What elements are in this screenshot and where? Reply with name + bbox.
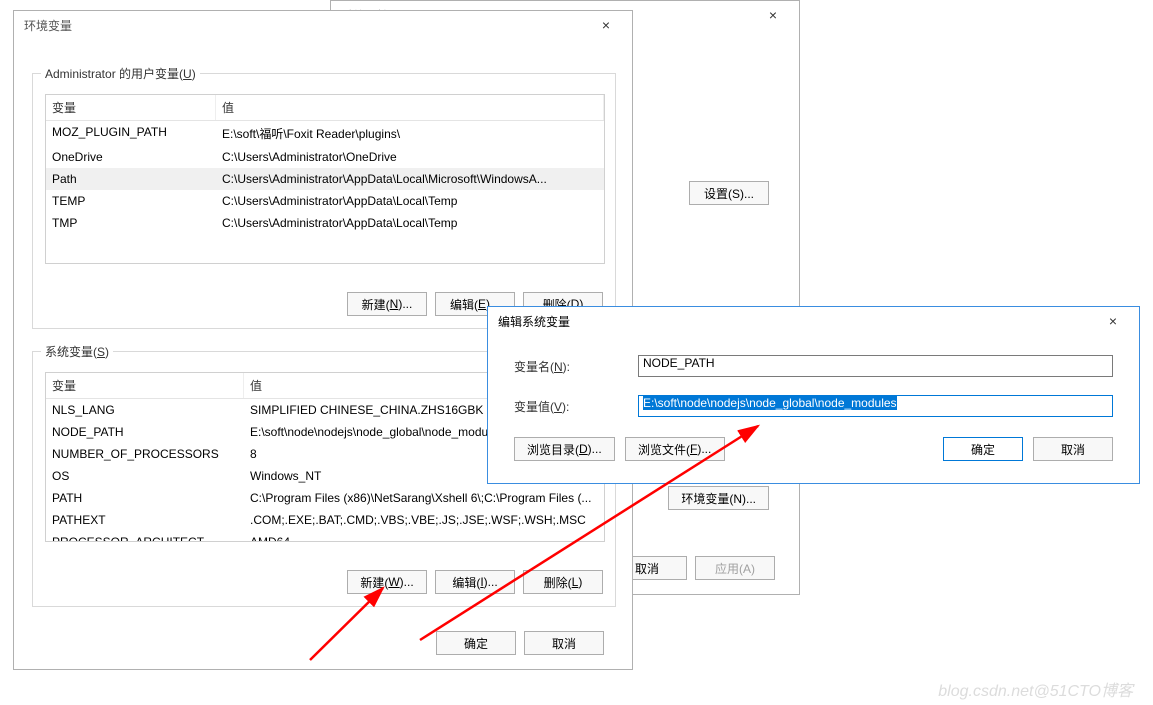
col-val[interactable]: 值 [216, 95, 604, 120]
env-titlebar: 环境变量 × [14, 11, 632, 39]
sys-apply-button: 应用(A) [695, 556, 775, 580]
close-icon[interactable]: × [586, 17, 626, 33]
settings-s-button[interactable]: 设置(S)... [689, 181, 769, 205]
variable-name-label: 变量名(N): [514, 358, 598, 375]
edit-ok-button[interactable]: 确定 [943, 437, 1023, 461]
close-icon[interactable]: × [753, 7, 793, 23]
user-vars-group-label: Administrator 的用户变量(U) [41, 65, 200, 82]
edit-titlebar: 编辑系统变量 × [488, 307, 1139, 335]
env-ok-button[interactable]: 确定 [436, 631, 516, 655]
sys-edit-button[interactable]: 编辑(I)... [435, 570, 515, 594]
browse-file-button[interactable]: 浏览文件(F)... [625, 437, 725, 461]
edit-system-variable-dialog: 编辑系统变量 × 变量名(N): NODE_PATH 变量值(V): E:\so… [487, 306, 1140, 484]
variable-name-input[interactable]: NODE_PATH [638, 355, 1113, 377]
user-vars-table[interactable]: 变量 值 MOZ_PLUGIN_PATHE:\soft\福听\Foxit Rea… [45, 94, 605, 264]
table-row[interactable]: TMPC:\Users\Administrator\AppData\Local\… [46, 212, 604, 234]
edit-title: 编辑系统变量 [498, 313, 570, 330]
system-vars-group-label: 系统变量(S) [41, 343, 113, 360]
variable-value-label: 变量值(V): [514, 398, 598, 415]
table-row[interactable]: PathC:\Users\Administrator\AppData\Local… [46, 168, 604, 190]
table-row[interactable]: TEMPC:\Users\Administrator\AppData\Local… [46, 190, 604, 212]
table-row[interactable]: PATHEXT.COM;.EXE;.BAT;.CMD;.VBS;.VBE;.JS… [46, 509, 604, 531]
table-row[interactable]: MOZ_PLUGIN_PATHE:\soft\福听\Foxit Reader\p… [46, 121, 604, 146]
col-var[interactable]: 变量 [46, 373, 244, 398]
sys-new-button[interactable]: 新建(W)... [347, 570, 427, 594]
table-row[interactable]: PATHC:\Program Files (x86)\NetSarang\Xsh… [46, 487, 604, 509]
table-row[interactable]: PROCESSOR_ARCHITECT...AMD64 [46, 531, 604, 542]
variable-name-row: 变量名(N): NODE_PATH [514, 355, 1113, 377]
watermark: blog.csdn.net@51CTO博客 [938, 677, 1133, 701]
user-vars-groupbox: Administrator 的用户变量(U) 变量 值 MOZ_PLUGIN_P… [32, 73, 616, 329]
sys-delete-button[interactable]: 删除(L) [523, 570, 603, 594]
env-cancel-button[interactable]: 取消 [524, 631, 604, 655]
edit-cancel-button[interactable]: 取消 [1033, 437, 1113, 461]
col-var[interactable]: 变量 [46, 95, 216, 120]
table-row[interactable]: OneDriveC:\Users\Administrator\OneDrive [46, 146, 604, 168]
variable-value-row: 变量值(V): E:\soft\node\nodejs\node_global\… [514, 395, 1113, 417]
browse-dir-button[interactable]: 浏览目录(D)... [514, 437, 615, 461]
user-new-button[interactable]: 新建(N)... [347, 292, 427, 316]
table-header: 变量 值 [46, 95, 604, 121]
env-vars-n-button[interactable]: 环境变量(N)... [668, 486, 769, 510]
close-icon[interactable]: × [1093, 313, 1133, 329]
variable-value-input[interactable]: E:\soft\node\nodejs\node_global\node_mod… [638, 395, 1113, 417]
env-title: 环境变量 [24, 17, 72, 34]
